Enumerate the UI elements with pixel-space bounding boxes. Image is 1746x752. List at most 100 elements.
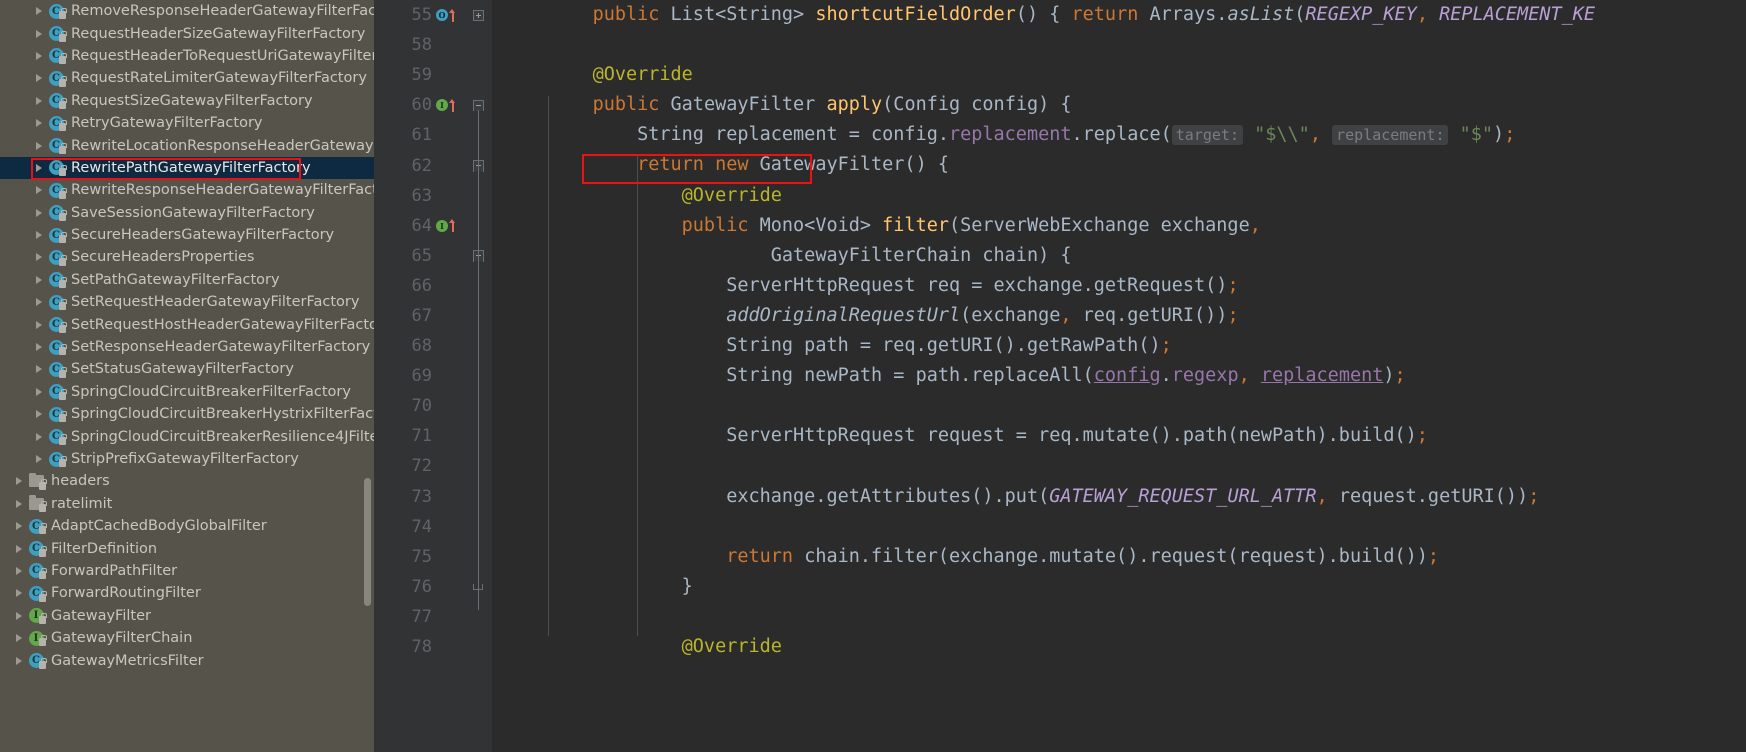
gutter-row[interactable]: 69 [374, 361, 464, 391]
expand-arrow-icon[interactable] [32, 448, 46, 470]
gutter-markers[interactable] [432, 271, 460, 301]
expand-arrow-icon[interactable] [32, 313, 46, 335]
tree-item[interactable]: C SpringCloudCircuitBreakerHystrixFilterF… [0, 403, 374, 425]
expand-arrow-icon[interactable] [32, 403, 46, 425]
gutter-row[interactable]: 63 [374, 181, 464, 211]
code-line[interactable] [492, 602, 1746, 632]
fold-row[interactable] [464, 60, 492, 90]
gutter-markers[interactable] [432, 391, 460, 421]
tree-item[interactable]: C SaveSessionGatewayFilterFactory [0, 202, 374, 224]
gutter-row[interactable]: 67 [374, 301, 464, 331]
gutter-markers[interactable] [432, 421, 460, 451]
code-line[interactable]: @Override [492, 60, 1746, 90]
tree-item[interactable]: C SetStatusGatewayFilterFactory [0, 358, 374, 380]
tree-item[interactable]: I GatewayFilter [0, 605, 374, 627]
tree-item[interactable]: C RewriteResponseHeaderGatewayFilterFacto… [0, 179, 374, 201]
expand-arrow-icon[interactable] [32, 45, 46, 67]
fold-row[interactable] [464, 0, 492, 30]
implemented-method-marker[interactable]: I [436, 219, 448, 232]
tree-item[interactable]: C SetPathGatewayFilterFactory [0, 269, 374, 291]
tree-item[interactable]: C RemoveResponseHeaderGatewayFilterFactor… [0, 0, 374, 22]
gutter-markers[interactable]: I [432, 90, 460, 120]
code-line[interactable]: String newPath = path.replaceAll(config.… [492, 361, 1746, 391]
tree-item[interactable]: C AdaptCachedBodyGlobalFilter [0, 515, 374, 537]
sidebar-scrollbar[interactable] [364, 478, 371, 606]
expand-arrow-icon[interactable] [32, 202, 46, 224]
gutter-markers[interactable] [432, 120, 460, 150]
tree-item[interactable]: headers [0, 470, 374, 492]
overriding-method-arrow-icon[interactable] [449, 219, 456, 233]
gutter-row[interactable]: 61 [374, 120, 464, 150]
project-tree[interactable]: C RemoveResponseHeaderGatewayFilterFactor… [0, 0, 374, 672]
tree-item[interactable]: C RewriteLocationResponseHeaderGatewayFil… [0, 134, 374, 156]
expand-arrow-icon[interactable] [12, 627, 26, 649]
expand-arrow-icon[interactable] [12, 605, 26, 627]
gutter-markers[interactable] [432, 150, 460, 180]
gutter-markers[interactable] [432, 482, 460, 512]
expand-arrow-icon[interactable] [32, 22, 46, 44]
code-line[interactable]: return chain.filter(exchange.mutate().re… [492, 542, 1746, 572]
tree-item[interactable]: C SecureHeadersGatewayFilterFactory [0, 224, 374, 246]
gutter-markers[interactable] [432, 632, 460, 662]
tree-item[interactable]: C RetryGatewayFilterFactory [0, 112, 374, 134]
expand-arrow-icon[interactable] [32, 157, 46, 179]
editor-gutter[interactable]: 55 O 58 59 60 I 61 62 63 64 I 65 66 67 68 69 70 71 72 73 74 7… [374, 0, 464, 752]
overriding-method-arrow-icon[interactable] [449, 8, 456, 22]
gutter-markers[interactable] [432, 331, 460, 361]
code-line[interactable]: ServerHttpRequest req = exchange.getRequ… [492, 271, 1746, 301]
expand-arrow-icon[interactable] [32, 179, 46, 201]
gutter-row[interactable]: 64 I [374, 211, 464, 241]
tree-item[interactable]: C GatewayMetricsFilter [0, 649, 374, 671]
gutter-markers[interactable] [432, 301, 460, 331]
gutter-markers[interactable] [432, 572, 460, 602]
overriding-method-arrow-icon[interactable] [449, 98, 456, 112]
gutter-row[interactable]: 75 [374, 542, 464, 572]
gutter-row[interactable]: 74 [374, 512, 464, 542]
gutter-row[interactable]: 68 [374, 331, 464, 361]
code-line[interactable]: public List<String> shortcutFieldOrder()… [492, 0, 1746, 30]
gutter-row[interactable]: 60 I [374, 90, 464, 120]
code-content[interactable]: public List<String> shortcutFieldOrder()… [492, 0, 1746, 752]
code-folding-column[interactable] [464, 0, 492, 752]
expand-arrow-icon[interactable] [12, 649, 26, 671]
code-line[interactable]: String replacement = config.replacement.… [492, 120, 1746, 150]
overridden-method-marker[interactable]: O [436, 9, 448, 22]
code-line[interactable]: public Mono<Void> filter(ServerWebExchan… [492, 211, 1746, 241]
tree-item[interactable]: C SpringCloudCircuitBreakerResilience4JFi… [0, 425, 374, 447]
gutter-row[interactable]: 59 [374, 60, 464, 90]
tree-item[interactable]: C FilterDefinition [0, 537, 374, 559]
gutter-row[interactable]: 65 [374, 241, 464, 271]
tree-item[interactable]: C SetRequestHeaderGatewayFilterFactory [0, 291, 374, 313]
code-line[interactable] [492, 391, 1746, 421]
tree-item[interactable]: C SecureHeadersProperties [0, 246, 374, 268]
tree-item[interactable]: C SetRequestHostHeaderGatewayFilterFactor… [0, 313, 374, 335]
gutter-row[interactable]: 71 [374, 421, 464, 451]
code-line[interactable]: @Override [492, 632, 1746, 662]
gutter-row[interactable]: 70 [374, 391, 464, 421]
expand-arrow-icon[interactable] [32, 358, 46, 380]
tree-item[interactable]: C SpringCloudCircuitBreakerFilterFactory [0, 381, 374, 403]
gutter-markers[interactable] [432, 542, 460, 572]
tree-item[interactable]: C StripPrefixGatewayFilterFactory [0, 448, 374, 470]
gutter-markers[interactable] [432, 602, 460, 632]
code-line[interactable]: addOriginalRequestUrl(exchange, req.getU… [492, 301, 1746, 331]
code-editor[interactable]: 55 O 58 59 60 I 61 62 63 64 I 65 66 67 68 69 70 71 72 73 74 7… [374, 0, 1746, 752]
project-tree-panel[interactable]: C RemoveResponseHeaderGatewayFilterFactor… [0, 0, 374, 752]
gutter-row[interactable]: 78 [374, 632, 464, 662]
gutter-row[interactable]: 66 [374, 271, 464, 301]
implemented-method-marker[interactable]: I [436, 99, 448, 112]
code-line[interactable] [492, 512, 1746, 542]
expand-arrow-icon[interactable] [32, 336, 46, 358]
tree-item[interactable]: C RequestRateLimiterGatewayFilterFactory [0, 67, 374, 89]
expand-arrow-icon[interactable] [32, 425, 46, 447]
gutter-row[interactable]: 76 [374, 572, 464, 602]
gutter-markers[interactable] [432, 30, 460, 60]
tree-item[interactable]: C RewritePathGatewayFilterFactory [0, 156, 374, 180]
gutter-markers[interactable] [432, 181, 460, 211]
gutter-row[interactable]: 77 [374, 602, 464, 632]
fold-row[interactable] [464, 30, 492, 60]
expand-arrow-icon[interactable] [32, 67, 46, 89]
gutter-markers[interactable] [432, 60, 460, 90]
expand-arrow-icon[interactable] [32, 134, 46, 156]
code-line[interactable]: @Override [492, 181, 1746, 211]
